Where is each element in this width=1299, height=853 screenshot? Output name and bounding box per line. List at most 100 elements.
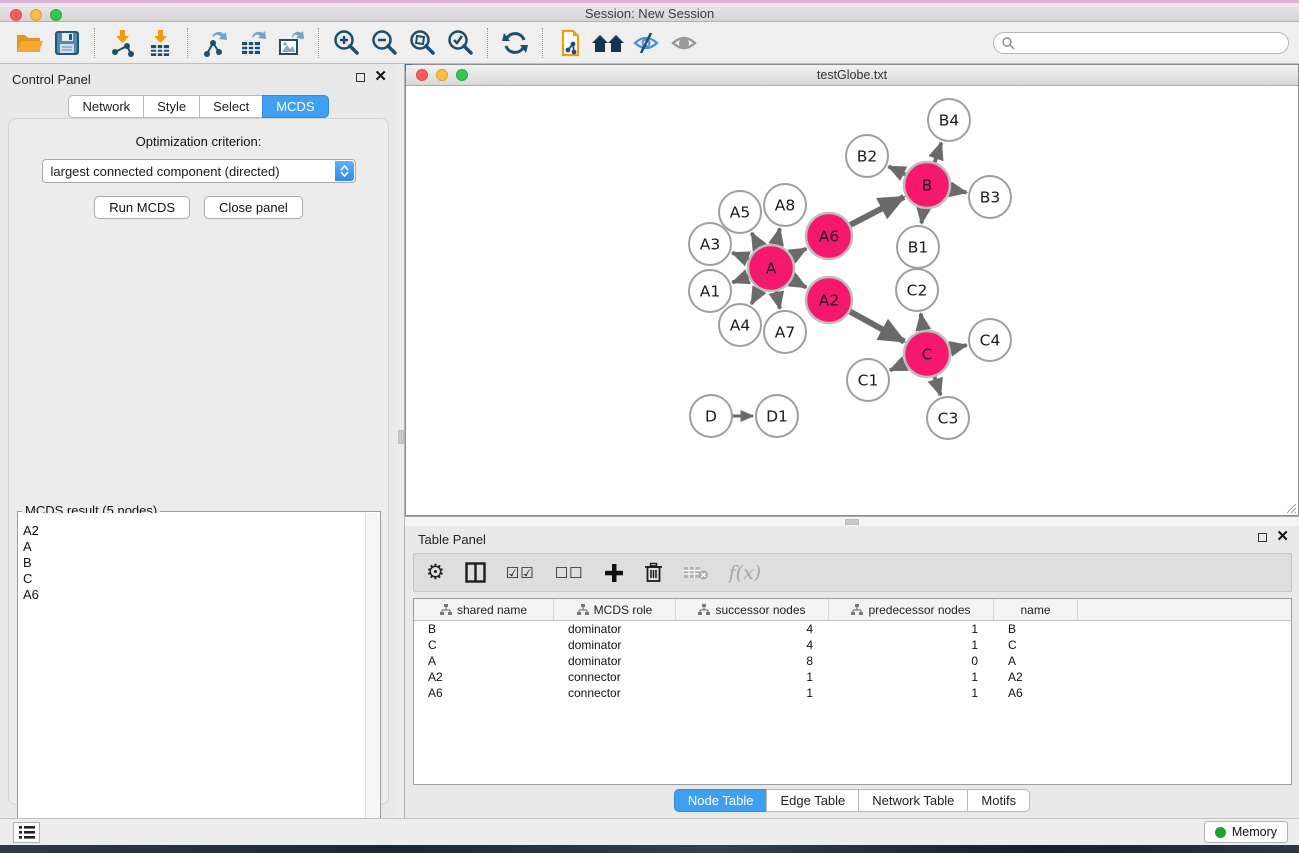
export-table-icon[interactable] xyxy=(236,27,270,59)
table-row[interactable]: A6connector11A6 xyxy=(414,685,1291,701)
zoom-out-icon[interactable] xyxy=(367,27,401,59)
cell-predecessor-nodes[interactable]: 0 xyxy=(829,653,994,669)
tab-style[interactable]: Style xyxy=(143,95,200,118)
show-graphics-details-icon[interactable] xyxy=(667,27,701,59)
node-B2[interactable]: B2 xyxy=(846,135,888,177)
cell-MCDS-role[interactable]: connector xyxy=(554,669,676,685)
resize-grip-icon[interactable] xyxy=(1283,500,1297,514)
mcds-result-item[interactable]: A6 xyxy=(23,587,365,603)
close-table-panel-icon[interactable]: ✕ xyxy=(1276,532,1289,542)
mcds-result-item[interactable]: C xyxy=(23,571,365,587)
import-network-icon[interactable] xyxy=(105,27,139,59)
zoom-in-icon[interactable] xyxy=(329,27,363,59)
node-A4[interactable]: A4 xyxy=(719,304,761,346)
cell-shared-name[interactable]: A6 xyxy=(414,685,554,701)
node-C[interactable]: C xyxy=(904,331,950,377)
cell-MCDS-role[interactable]: dominator xyxy=(554,621,676,637)
mcds-result-item[interactable]: B xyxy=(23,555,365,571)
node-C4[interactable]: C4 xyxy=(969,319,1011,361)
run-mcds-button[interactable]: Run MCDS xyxy=(94,196,190,219)
import-table-icon[interactable] xyxy=(143,27,177,59)
vertical-splitter[interactable] xyxy=(397,64,405,818)
open-session-icon[interactable] xyxy=(12,27,46,59)
cell-predecessor-nodes[interactable]: 1 xyxy=(829,669,994,685)
table-row[interactable]: Adominator80A xyxy=(414,653,1291,669)
node-D[interactable]: D xyxy=(690,395,732,437)
home-layout-icon[interactable] xyxy=(591,27,625,59)
network-window-titlebar[interactable]: testGlobe.txt xyxy=(406,65,1298,86)
node-A2[interactable]: A2 xyxy=(806,277,852,323)
node-C3[interactable]: C3 xyxy=(927,397,969,439)
refresh-icon[interactable] xyxy=(498,27,532,59)
node-A5[interactable]: A5 xyxy=(719,191,761,233)
cell-name[interactable]: A2 xyxy=(994,669,1078,685)
cell-name[interactable]: B xyxy=(994,621,1078,637)
cell-predecessor-nodes[interactable]: 1 xyxy=(829,637,994,653)
cell-successor-nodes[interactable]: 1 xyxy=(676,685,829,701)
column-header-MCDS-role[interactable]: MCDS role xyxy=(554,599,676,620)
tab-select[interactable]: Select xyxy=(199,95,263,118)
result-scrollbar[interactable] xyxy=(365,513,379,853)
node-A1[interactable]: A1 xyxy=(689,270,731,312)
node-B4[interactable]: B4 xyxy=(928,99,970,141)
cell-name[interactable]: C xyxy=(994,637,1078,653)
close-panel-button[interactable]: Close panel xyxy=(204,196,303,219)
column-header-name[interactable]: name xyxy=(994,599,1078,620)
node-A3[interactable]: A3 xyxy=(689,223,731,265)
node-A7[interactable]: A7 xyxy=(764,311,806,353)
tab-edge-table[interactable]: Edge Table xyxy=(766,789,859,812)
cell-MCDS-role[interactable]: connector xyxy=(554,685,676,701)
cell-shared-name[interactable]: B xyxy=(414,621,554,637)
node-A8[interactable]: A8 xyxy=(764,184,806,226)
tab-node-table[interactable]: Node Table xyxy=(674,789,768,812)
node-A6[interactable]: A6 xyxy=(806,213,852,259)
delete-column-icon[interactable] xyxy=(644,558,663,588)
float-table-panel-icon[interactable] xyxy=(1258,533,1267,542)
add-column-icon[interactable] xyxy=(604,558,624,588)
table-row[interactable]: A2connector11A2 xyxy=(414,669,1291,685)
horizontal-splitter[interactable] xyxy=(405,516,1299,526)
cell-shared-name[interactable]: A xyxy=(414,653,554,669)
node-D1[interactable]: D1 xyxy=(756,395,798,437)
delete-table-icon[interactable] xyxy=(683,558,709,588)
float-panel-icon[interactable] xyxy=(356,73,365,82)
node-B1[interactable]: B1 xyxy=(897,226,939,268)
cell-predecessor-nodes[interactable]: 1 xyxy=(829,685,994,701)
node-C2[interactable]: C2 xyxy=(896,269,938,311)
cell-successor-nodes[interactable]: 4 xyxy=(676,637,829,653)
deselect-all-icon[interactable]: ☐☐ xyxy=(555,558,584,588)
cell-MCDS-role[interactable]: dominator xyxy=(554,637,676,653)
save-session-icon[interactable] xyxy=(50,27,84,59)
export-image-icon[interactable] xyxy=(274,27,308,59)
memory-button[interactable]: Memory xyxy=(1204,821,1288,843)
task-history-button[interactable] xyxy=(13,822,40,843)
network-canvas[interactable]: B4B2BB3A5A8A6A3AB1A1C2A4A7A2CC4C1C3DD1 xyxy=(406,86,1298,515)
node-C1[interactable]: C1 xyxy=(847,359,889,401)
tab-motifs[interactable]: Motifs xyxy=(967,789,1030,812)
table-row[interactable]: Cdominator41C xyxy=(414,637,1291,653)
cell-successor-nodes[interactable]: 8 xyxy=(676,653,829,669)
search-field[interactable] xyxy=(993,32,1289,54)
search-input[interactable] xyxy=(1015,36,1288,50)
table-row[interactable]: Bdominator41B xyxy=(414,621,1291,637)
column-header-successor-nodes[interactable]: successor nodes xyxy=(676,599,829,620)
cell-successor-nodes[interactable]: 1 xyxy=(676,669,829,685)
cell-successor-nodes[interactable]: 4 xyxy=(676,621,829,637)
table-options-icon[interactable]: ⚙ xyxy=(426,558,445,588)
zoom-fit-icon[interactable] xyxy=(405,27,439,59)
tab-network-table[interactable]: Network Table xyxy=(858,789,968,812)
splitter-grip[interactable] xyxy=(845,519,859,525)
mcds-result-item[interactable]: A xyxy=(23,539,365,555)
select-all-icon[interactable]: ☑☑ xyxy=(506,558,535,588)
criterion-select[interactable]: largest connected component (directed) xyxy=(42,159,356,183)
cell-name[interactable]: A6 xyxy=(994,685,1078,701)
cell-predecessor-nodes[interactable]: 1 xyxy=(829,621,994,637)
cell-shared-name[interactable]: C xyxy=(414,637,554,653)
node-B[interactable]: B xyxy=(904,162,950,208)
mcds-result-item[interactable]: A2 xyxy=(23,523,365,539)
hide-graphics-details-icon[interactable] xyxy=(629,27,663,59)
mcds-result-list[interactable]: A2ABCA6 xyxy=(19,513,365,853)
tab-network[interactable]: Network xyxy=(68,95,144,118)
tab-mcds[interactable]: MCDS xyxy=(262,95,328,118)
cell-shared-name[interactable]: A2 xyxy=(414,669,554,685)
